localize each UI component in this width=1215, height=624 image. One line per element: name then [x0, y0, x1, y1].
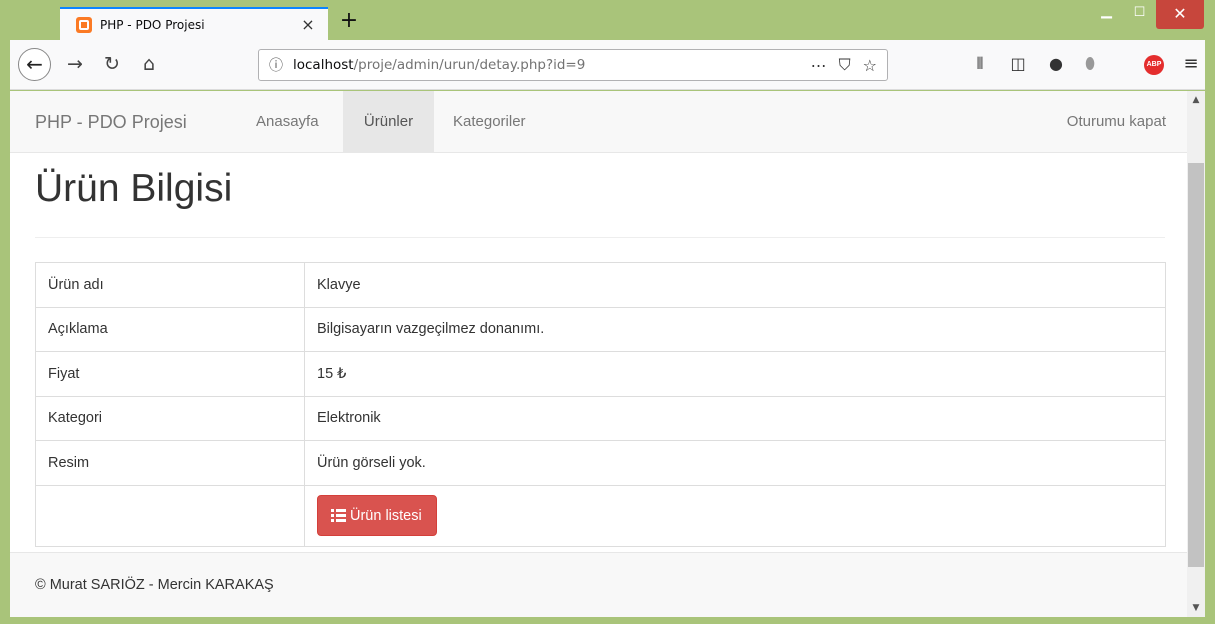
- row-label: Fiyat: [35, 351, 305, 397]
- site-navbar: PHP - PDO Projesi Anasayfa Ürünler Kateg…: [10, 91, 1187, 153]
- minimize-icon[interactable]: ▁: [1093, 0, 1120, 29]
- library-icon[interactable]: ⫴: [968, 52, 992, 76]
- window-close-icon[interactable]: ✕: [1156, 0, 1204, 29]
- new-tab-button[interactable]: +: [336, 9, 362, 35]
- row-label: Açıklama: [35, 306, 305, 352]
- tab-title: PHP - PDO Projesi: [100, 17, 205, 32]
- title-divider: [35, 237, 1165, 238]
- table-row: Ürün listesi: [35, 484, 1166, 547]
- browser-toolbar: ← → ↻ ⌂ ⓘ localhost/proje/admin/urun/det…: [10, 40, 1205, 90]
- page-title: Ürün Bilgisi: [35, 167, 233, 210]
- row-label: Resim: [35, 440, 305, 486]
- pocket-icon[interactable]: ⛉: [839, 55, 851, 75]
- empty-cell: [35, 484, 305, 547]
- extension-icon[interactable]: ●: [1044, 52, 1068, 76]
- forward-arrow-icon[interactable]: →: [62, 51, 88, 77]
- url-text[interactable]: localhost/proje/admin/urun/detay.php?id=…: [293, 57, 799, 73]
- navbar-brand[interactable]: PHP - PDO Projesi: [35, 91, 187, 153]
- nav-link-anasayfa[interactable]: Anasayfa: [241, 91, 334, 153]
- action-cell: Ürün listesi: [304, 484, 1166, 547]
- url-host: localhost: [293, 57, 354, 73]
- scroll-up-icon[interactable]: ▲: [1187, 91, 1205, 109]
- scroll-down-icon[interactable]: ▼: [1187, 599, 1205, 617]
- bookmark-star-icon[interactable]: ☆: [863, 56, 877, 75]
- browser-titlebar: PHP - PDO Projesi × + ▁ ☐ ✕: [0, 0, 1215, 40]
- browser-tab[interactable]: PHP - PDO Projesi ×: [60, 7, 328, 40]
- row-value: Bilgisayarın vazgeçilmez donanımı.: [304, 306, 1166, 352]
- nav-link-urunler[interactable]: Ürünler: [343, 91, 434, 153]
- tab-close-icon[interactable]: ×: [298, 15, 318, 34]
- footer-text: © Murat SARIÖZ - Mercin KARAKAŞ: [35, 577, 274, 593]
- logout-link[interactable]: Oturumu kapat: [1052, 91, 1181, 153]
- shield-icon[interactable]: ⬮: [1078, 52, 1102, 76]
- table-row: Açıklama Bilgisayarın vazgeçilmez donanı…: [35, 306, 1166, 352]
- row-value: Elektronik: [304, 395, 1166, 441]
- product-detail-table: Ürün adı Klavye Açıklama Bilgisayarın va…: [35, 262, 1166, 547]
- list-icon: [331, 509, 346, 522]
- url-path: /proje/admin/urun/detay.php?id=9: [353, 57, 586, 73]
- abp-icon[interactable]: ABP: [1144, 55, 1164, 75]
- vertical-scrollbar[interactable]: ▲ ▼: [1187, 91, 1205, 617]
- table-row: Ürün adı Klavye: [35, 262, 1166, 308]
- row-value: Ürün görseli yok.: [304, 440, 1166, 486]
- sidebar-icon[interactable]: ◫: [1006, 52, 1030, 76]
- table-row: Fiyat 15 ₺: [35, 351, 1166, 397]
- reload-icon[interactable]: ↻: [99, 51, 125, 77]
- row-value: Klavye: [304, 262, 1166, 308]
- xampp-favicon-icon: [76, 16, 92, 33]
- scroll-thumb[interactable]: [1188, 163, 1204, 567]
- row-label: Kategori: [35, 395, 305, 441]
- nav-link-kategoriler[interactable]: Kategoriler: [438, 91, 541, 153]
- page-footer: © Murat SARIÖZ - Mercin KARAKAŞ: [10, 552, 1187, 617]
- home-icon[interactable]: ⌂: [136, 51, 162, 77]
- table-row: Resim Ürün görseli yok.: [35, 440, 1166, 486]
- page-viewport: PHP - PDO Projesi Anasayfa Ürünler Kateg…: [10, 91, 1187, 617]
- address-bar[interactable]: ⓘ localhost/proje/admin/urun/detay.php?i…: [258, 49, 888, 81]
- row-label: Ürün adı: [35, 262, 305, 308]
- more-icon[interactable]: ⋯: [811, 56, 827, 75]
- product-list-button[interactable]: Ürün listesi: [317, 495, 437, 536]
- info-icon[interactable]: ⓘ: [269, 55, 283, 75]
- table-row: Kategori Elektronik: [35, 395, 1166, 441]
- row-value: 15 ₺: [304, 351, 1166, 397]
- maximize-icon[interactable]: ☐: [1126, 0, 1153, 29]
- menu-icon[interactable]: ≡: [1179, 52, 1203, 76]
- back-arrow-icon[interactable]: ←: [18, 48, 51, 81]
- product-list-button-label: Ürün listesi: [350, 507, 422, 524]
